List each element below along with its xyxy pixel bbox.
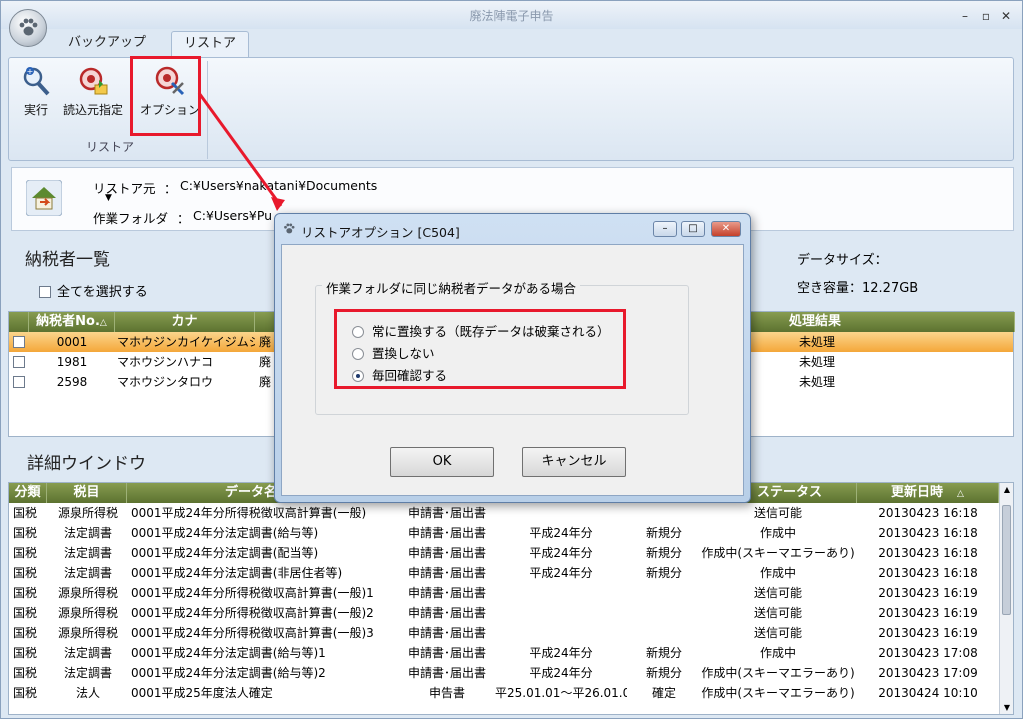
dialog-body: 作業フォルダに同じ納税者データがある場合 常に置換する（既存データは破棄される）… <box>281 244 744 496</box>
app-window: 廃法陣電子申告 – ▫ ✕ バックアップ リストア + 実行 読込元指定 オプシ… <box>0 0 1023 719</box>
radio-selected-icon <box>352 370 364 382</box>
dialog-minimize-button[interactable]: – <box>653 221 677 237</box>
radio-no-replace[interactable]: 置換しない <box>352 343 435 362</box>
cancel-button[interactable]: キャンセル <box>522 447 626 477</box>
paw-icon <box>284 223 295 234</box>
ok-button[interactable]: OK <box>390 447 494 477</box>
dialog-maximize-button[interactable]: □ <box>681 221 705 237</box>
dialog-title: リストアオプション [C504] <box>301 225 460 240</box>
radio-confirm-each[interactable]: 毎回確認する <box>352 365 447 384</box>
replace-option-group-label: 作業フォルダに同じ納税者データがある場合 <box>322 278 581 297</box>
radio-always-replace[interactable]: 常に置換する（既存データは破棄される） <box>352 321 610 340</box>
app-menu-orb[interactable] <box>9 9 47 47</box>
restore-option-dialog: リストアオプション [C504] – □ ✕ 作業フォルダに同じ納税者データがあ… <box>274 213 751 503</box>
dialog-close-button[interactable]: ✕ <box>711 221 741 237</box>
paw-icon <box>19 18 38 36</box>
radio-circle-icon <box>352 326 364 338</box>
radio-circle-icon <box>352 348 364 360</box>
